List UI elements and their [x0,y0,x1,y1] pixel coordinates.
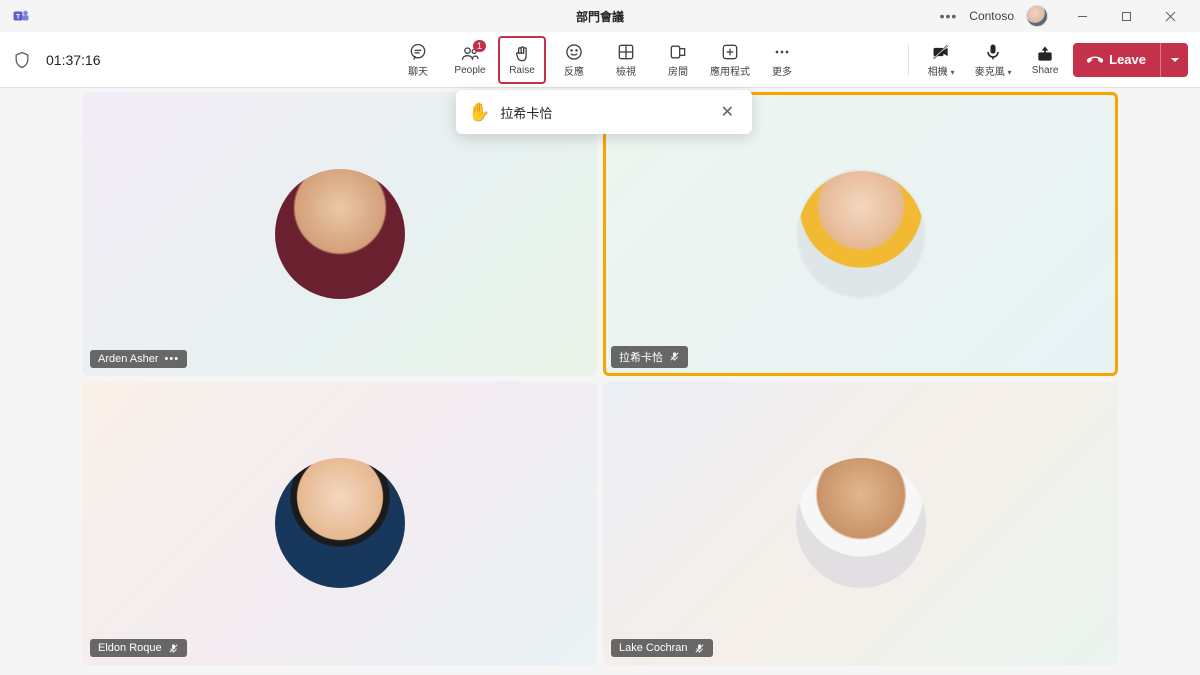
toolbar-divider [908,44,909,76]
more-icon [772,42,792,62]
share-label: Share [1032,65,1059,76]
apps-icon [720,42,740,62]
shield-icon[interactable] [12,50,32,70]
react-label: 反應 [564,63,584,78]
react-button[interactable]: 反應 [550,36,598,84]
participant-name-bar: 拉希卡恰 [611,346,688,368]
org-name: Contoso [969,9,1014,23]
meeting-title: 部門會議 [576,8,624,25]
rooms-icon [668,42,688,62]
participant-name: Eldon Roque [98,642,162,654]
chat-label: 聊天 [408,63,428,78]
window-minimize-button[interactable] [1060,1,1104,31]
participant-more-icon[interactable]: ••• [165,353,180,365]
rooms-label: 房間 [668,63,688,78]
participant-name-bar: Lake Cochran [611,639,713,657]
video-grid: Arden Asher ••• 拉希卡恰 Eldon Roque Lake Co… [0,88,1200,675]
camera-button[interactable]: 相機 ▾ [917,36,965,84]
participant-name: 拉希卡恰 [619,349,663,365]
camera-label: 相機 ▾ [928,63,955,78]
leave-button[interactable]: Leave [1073,43,1188,77]
participant-avatar [275,169,405,299]
people-button[interactable]: 1 People [446,36,494,84]
toast-close-button[interactable]: ✕ [715,100,740,124]
participant-tile[interactable]: Arden Asher ••• [82,92,597,376]
mic-off-icon [694,643,705,654]
window-maximize-button[interactable] [1104,1,1148,31]
raise-hand-toast: ✋ 拉希卡恰 ✕ [456,90,752,134]
participant-name: Lake Cochran [619,642,688,654]
raise-hand-icon [512,44,532,64]
mic-label: 麥克風 ▾ [975,63,1012,78]
hangup-icon [1087,52,1103,68]
mic-icon [983,42,1003,62]
hand-emoji-icon: ✋ [468,102,490,123]
share-icon [1035,44,1055,64]
mic-off-icon [669,351,680,362]
titlebar-more-icon[interactable]: ••• [940,8,958,24]
chevron-down-icon: ▾ [951,68,955,77]
participant-name-bar: Arden Asher ••• [90,350,187,368]
smile-icon [564,42,584,62]
user-avatar[interactable] [1026,5,1048,27]
mic-button[interactable]: 麥克風 ▾ [969,36,1017,84]
share-button[interactable]: Share [1021,36,1069,84]
participant-name-bar: Eldon Roque [90,639,187,657]
more-button[interactable]: 更多 [758,36,806,84]
participant-tile[interactable]: Lake Cochran [603,382,1118,666]
toolbar-center-group: 聊天 1 People Raise 反應 檢視 房間 應用程式 更 [394,36,806,84]
window-close-button[interactable] [1148,1,1192,31]
chat-icon [408,42,428,62]
participant-avatar [796,169,926,299]
view-label: 檢視 [616,63,636,78]
people-label: People [454,65,485,76]
call-timer: 01:37:16 [46,52,101,68]
more-label: 更多 [772,63,792,78]
apps-button[interactable]: 應用程式 [706,36,754,84]
raise-hand-label: Raise [509,65,535,76]
camera-off-icon [931,42,951,62]
participant-avatar [796,458,926,588]
leave-dropdown[interactable] [1160,43,1188,77]
apps-label: 應用程式 [710,63,750,78]
rooms-button[interactable]: 房間 [654,36,702,84]
raise-hand-button[interactable]: Raise [498,36,546,84]
toast-participant-name: 拉希卡恰 [500,103,704,122]
participant-tile[interactable]: Eldon Roque [82,382,597,666]
mic-off-icon [168,643,179,654]
people-badge: 1 [473,40,486,52]
chevron-down-icon: ▾ [1008,68,1012,77]
teams-app-icon: T [12,7,30,25]
leave-label: Leave [1109,52,1146,67]
participant-tile[interactable]: 拉希卡恰 [603,92,1118,376]
grid-icon [616,42,636,62]
chat-button[interactable]: 聊天 [394,36,442,84]
participant-name: Arden Asher [98,353,159,365]
meeting-toolbar: 01:37:16 聊天 1 People Raise 反應 檢視 房間 [0,32,1200,88]
toolbar-right-group: 相機 ▾ 麥克風 ▾ Share Leave [904,36,1188,84]
participant-avatar [275,458,405,588]
view-button[interactable]: 檢視 [602,36,650,84]
title-bar: T 部門會議 ••• Contoso [0,0,1200,32]
